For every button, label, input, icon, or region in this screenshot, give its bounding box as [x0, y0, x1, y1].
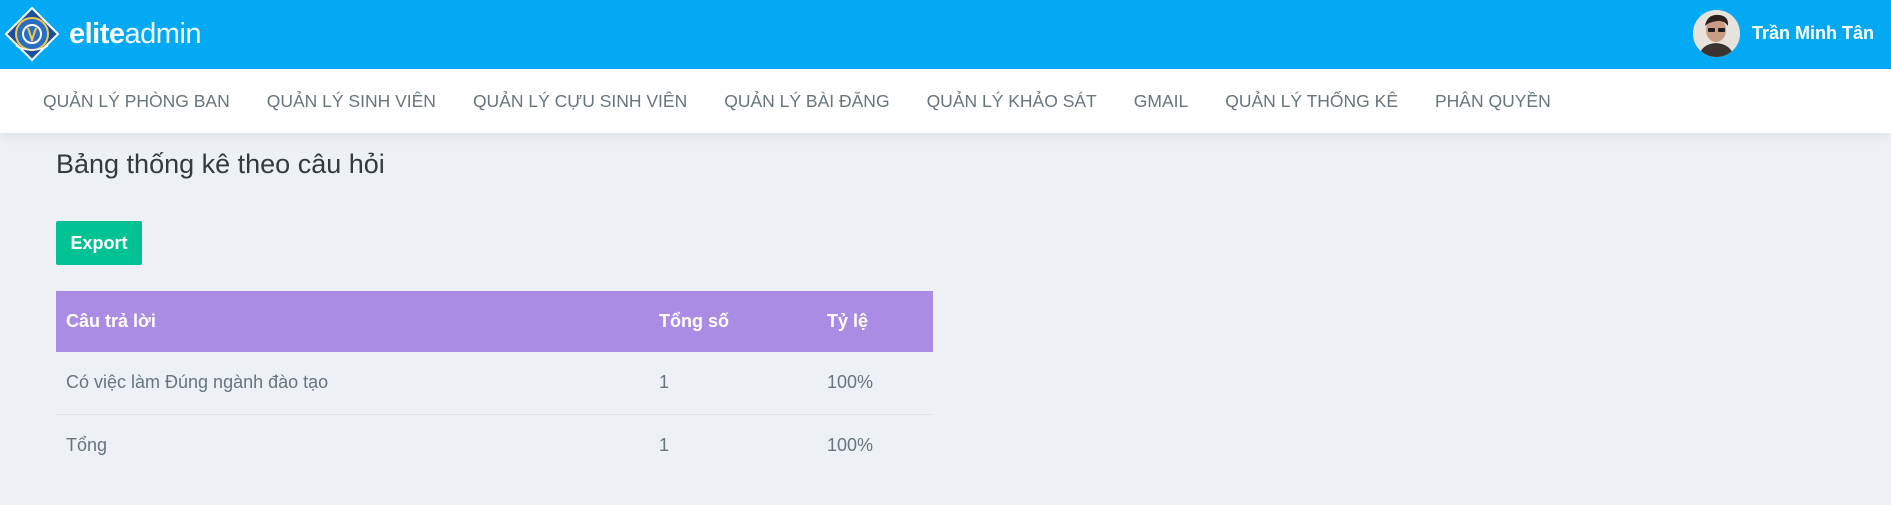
user-name[interactable]: Trần Minh Tân	[1752, 23, 1874, 44]
main-navigation: QUẢN LÝ PHÒNG BAN QUẢN LÝ SINH VIÊN QUẢN…	[0, 69, 1891, 133]
university-seal-icon[interactable]	[4, 6, 60, 62]
page-title: Bảng thống kê theo câu hỏi	[56, 149, 385, 179]
total-cell: 1	[659, 372, 670, 393]
table-row-total: Tổng 1 100%	[56, 413, 933, 476]
statistics-table: Câu trả lời Tổng số Tỷ lệ Có việc làm Đú…	[56, 291, 933, 476]
brand-bold: elite	[69, 18, 125, 50]
nav-item-phan-quyen[interactable]: PHÂN QUYỀN	[1435, 91, 1551, 112]
top-bar: eliteadmin Trần Minh Tân	[0, 0, 1891, 69]
total-cell: 1	[649, 413, 817, 476]
ratio-cell: 100%	[827, 372, 874, 393]
brand-light: admin	[124, 18, 202, 50]
nav-item-cuu-sinh-vien[interactable]: QUẢN LÝ CỰU SINH VIÊN	[473, 91, 687, 112]
column-header-total: Tổng số	[659, 311, 729, 331]
nav-item-gmail[interactable]: GMAIL	[1134, 91, 1188, 112]
user-avatar-icon[interactable]	[1693, 9, 1740, 57]
user-menu[interactable]: Trần Minh Tân	[1693, 9, 1874, 57]
nav-item-sinh-vien[interactable]: QUẢN LÝ SINH VIÊN	[267, 91, 436, 112]
table-body: Có việc làm Đúng ngành đào tạo 1 100% Tổ…	[56, 352, 933, 476]
ratio-cell: 100%	[817, 413, 933, 476]
nav-item-bai-dang[interactable]: QUẢN LÝ BÀI ĐĂNG	[724, 91, 889, 112]
column-header-answer: Câu trả lời	[66, 311, 156, 331]
answer-cell: Tổng	[56, 413, 649, 476]
table-header-row: Câu trả lời Tổng số Tỷ lệ	[56, 291, 933, 352]
table-header: Câu trả lời Tổng số Tỷ lệ	[56, 291, 933, 352]
column-header-ratio: Tỷ lệ	[827, 311, 869, 331]
brand-logo-text[interactable]: eliteadmin	[69, 16, 202, 52]
answer-cell: Có việc làm Đúng ngành đào tạo	[66, 372, 329, 393]
nav-list: QUẢN LÝ PHÒNG BAN QUẢN LÝ SINH VIÊN QUẢN…	[43, 69, 1551, 133]
nav-item-khao-sat[interactable]: QUẢN LÝ KHẢO SÁT	[927, 91, 1097, 112]
table-row: Có việc làm Đúng ngành đào tạo 1 100%	[56, 352, 933, 414]
nav-item-phong-ban[interactable]: QUẢN LÝ PHÒNG BAN	[43, 91, 230, 112]
nav-item-thong-ke[interactable]: QUẢN LÝ THỐNG KÊ	[1225, 91, 1398, 112]
export-button[interactable]: Export	[56, 221, 142, 265]
